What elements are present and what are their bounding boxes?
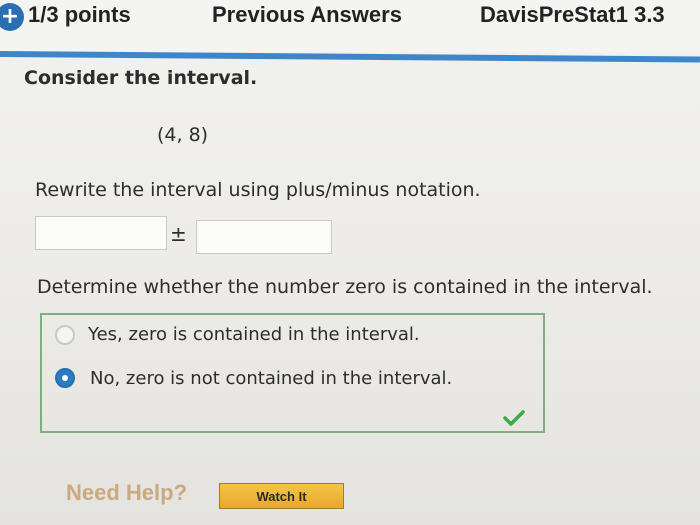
- points-label: 1/3 points: [28, 2, 131, 27]
- radio-yes[interactable]: [55, 325, 75, 345]
- choice-yes-label[interactable]: Yes, zero is contained in the interval.: [88, 324, 420, 345]
- plusminus-symbol: ±: [170, 222, 187, 246]
- choice-no-label[interactable]: No, zero is not contained in the interva…: [90, 368, 452, 389]
- question-header: + 1/3 points Previous Answers DavisPreSt…: [0, 0, 700, 52]
- expand-plus-icon[interactable]: +: [0, 3, 24, 31]
- question-prompt: Consider the interval.: [24, 67, 258, 89]
- course-label: DavisPreStat1 3.3: [480, 2, 665, 27]
- radius-input[interactable]: [196, 220, 332, 254]
- center-input[interactable]: [35, 216, 167, 250]
- checkmark-icon: [503, 410, 525, 426]
- zero-prompt: Determine whether the number zero is con…: [37, 276, 653, 298]
- rewrite-prompt: Rewrite the interval using plus/minus no…: [35, 179, 481, 201]
- watch-it-button[interactable]: Watch It: [219, 483, 344, 509]
- need-help-label: Need Help?: [66, 480, 188, 505]
- radio-no-selected[interactable]: [55, 368, 75, 388]
- interval-value: (4, 8): [157, 124, 209, 146]
- previous-answers-link[interactable]: Previous Answers: [212, 2, 402, 28]
